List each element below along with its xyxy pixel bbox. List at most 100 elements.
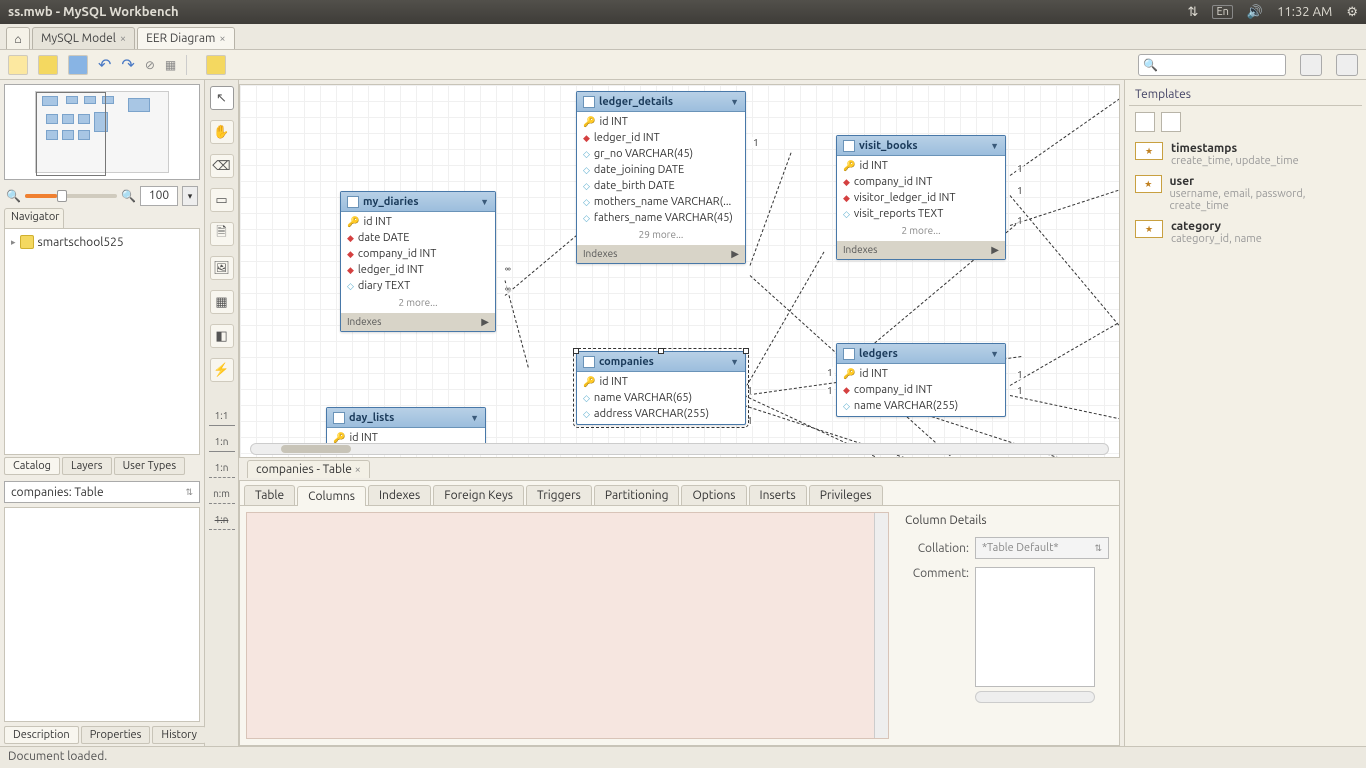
template-item-category[interactable]: ★ categorycategory_id, name xyxy=(1129,216,1362,249)
redo-icon[interactable]: ↷ xyxy=(121,55,134,74)
tab-catalog[interactable]: Catalog xyxy=(4,457,60,475)
volume-icon[interactable]: 🔊 xyxy=(1247,5,1263,20)
chevron-down-icon[interactable]: ▼ xyxy=(990,141,999,151)
system-menubar: ss.mwb - MySQL Workbench ⇅ En 🔊 11:32 AM… xyxy=(0,0,1366,24)
close-icon[interactable]: × xyxy=(219,33,225,45)
card-many: ∞ xyxy=(504,283,512,294)
description-tabs: Description Properties History xyxy=(0,724,204,746)
chevron-down-icon[interactable]: ▼ xyxy=(730,97,739,107)
gear-icon[interactable]: ⚙ xyxy=(1346,5,1358,20)
table-tool[interactable]: ▦ xyxy=(210,290,234,314)
rel-n-m[interactable]: n:m xyxy=(209,488,235,504)
entity-visit-books[interactable]: visit_books▼ 🔑id INT ◆company_id INT ◆vi… xyxy=(836,135,1006,260)
entity-my-diaries[interactable]: my_diaries▼ 🔑id INT ◆date DATE ◆company_… xyxy=(340,191,496,332)
search-input[interactable]: 🔍 xyxy=(1138,54,1286,76)
card-one: 1 xyxy=(1016,215,1024,226)
zoom-value[interactable]: 100 xyxy=(140,186,178,206)
layer-tool[interactable]: ▭ xyxy=(210,188,234,212)
tab-user-types[interactable]: User Types xyxy=(114,457,186,475)
tab-partitioning[interactable]: Partitioning xyxy=(594,485,680,505)
pointer-tool[interactable]: ↖ xyxy=(210,86,234,110)
toggle-panel-right[interactable] xyxy=(1336,54,1358,76)
tab-properties[interactable]: Properties xyxy=(81,726,151,744)
tab-privileges[interactable]: Privileges xyxy=(809,485,883,505)
tab-layers[interactable]: Layers xyxy=(62,457,112,475)
object-selector[interactable]: companies: Table ⇅ xyxy=(4,481,200,503)
tab-triggers[interactable]: Triggers xyxy=(526,485,592,505)
clock[interactable]: 11:32 AM xyxy=(1277,5,1332,19)
save-icon[interactable] xyxy=(68,55,88,75)
description-area[interactable] xyxy=(4,507,200,722)
comment-hscrollbar[interactable] xyxy=(975,691,1095,703)
chevron-right-icon[interactable]: ▶ xyxy=(731,248,739,260)
comment-textarea[interactable] xyxy=(975,567,1095,687)
catalog-tree[interactable]: ▸ smartschool525 xyxy=(4,228,200,455)
tab-columns[interactable]: Columns xyxy=(297,486,366,506)
canvas-hscrollbar[interactable] xyxy=(250,443,1109,455)
rel-1-n-id[interactable]: 1:n xyxy=(209,514,235,530)
entity-ledger-details[interactable]: ledger_details▼ 🔑id INT ◆ledger_id INT ◇… xyxy=(576,91,746,264)
routine-tool[interactable]: ⚡ xyxy=(210,358,234,382)
template-manage-icon[interactable] xyxy=(1161,112,1181,132)
columns-grid[interactable] xyxy=(246,512,889,739)
hand-tool[interactable]: ✋ xyxy=(210,120,234,144)
chevron-down-icon[interactable]: ▼ xyxy=(470,413,479,423)
zoom-slider[interactable] xyxy=(25,194,117,198)
note-tool[interactable]: 🗎 xyxy=(210,222,234,246)
navigator-tab[interactable]: Navigator xyxy=(4,208,64,228)
tab-mysql-model[interactable]: MySQL Model× xyxy=(32,27,135,49)
rel-1-n[interactable]: 1:n xyxy=(209,436,235,452)
grid-icon[interactable]: ▦ xyxy=(165,58,176,72)
catalog-tabs: Catalog Layers User Types xyxy=(0,455,204,477)
lang-indicator[interactable]: En xyxy=(1212,5,1232,19)
tab-options[interactable]: Options xyxy=(681,485,746,505)
chevron-down-icon[interactable]: ▼ xyxy=(480,197,489,207)
tab-eer-diagram[interactable]: EER Diagram× xyxy=(137,27,234,49)
eer-canvas[interactable]: ∞ ∞ 1 1 1 1 1 1 1 1 1 1 1 my_diaries▼ 🔑i… xyxy=(239,84,1120,458)
image-tool[interactable]: 🖼 xyxy=(210,256,234,280)
template-item-user[interactable]: ★ userusername, email, password, create_… xyxy=(1129,171,1362,216)
chevron-down-icon[interactable]: ▼ xyxy=(990,349,999,359)
home-tab[interactable]: ⌂ xyxy=(6,27,30,49)
catalog-db-item[interactable]: ▸ smartschool525 xyxy=(11,235,193,249)
new-file-icon[interactable] xyxy=(8,55,28,75)
rel-1-1[interactable]: 1:1 xyxy=(209,410,235,426)
expand-icon[interactable]: ▸ xyxy=(11,237,16,248)
rel-1-n-dash[interactable]: 1:n xyxy=(209,462,235,478)
center-area: ∞ ∞ 1 1 1 1 1 1 1 1 1 1 1 my_diaries▼ 🔑i… xyxy=(239,80,1124,746)
close-icon[interactable]: × xyxy=(120,33,126,45)
tab-foreign-keys[interactable]: Foreign Keys xyxy=(433,485,524,505)
tab-history[interactable]: History xyxy=(152,726,206,744)
tab-indexes[interactable]: Indexes xyxy=(368,485,431,505)
notation-icon[interactable] xyxy=(206,55,226,75)
undo-icon[interactable]: ↶ xyxy=(98,55,111,74)
chevron-right-icon[interactable]: ▶ xyxy=(991,244,999,256)
chevron-down-icon[interactable]: ▼ xyxy=(730,357,739,367)
mwb-badge-icon: ★ xyxy=(1135,220,1163,238)
view-tool[interactable]: ◧ xyxy=(210,324,234,348)
zoom-in-icon[interactable]: 🔍 xyxy=(121,189,136,203)
template-item-timestamps[interactable]: ★ timestampscreate_time, update_time xyxy=(1129,138,1362,171)
bottom-tab-companies[interactable]: companies - Table × xyxy=(247,460,370,478)
table-icon xyxy=(843,348,855,360)
open-file-icon[interactable] xyxy=(38,55,58,75)
entity-ledgers[interactable]: ledgers▼ 🔑id INT ◆company_id INT ◇name V… xyxy=(836,343,1006,417)
vscrollbar[interactable] xyxy=(874,513,888,738)
chevron-right-icon[interactable]: ▶ xyxy=(481,316,489,328)
main-toolbar: ↶ ↷ ⊘ ▦ 🔍 xyxy=(0,50,1366,80)
grid-off-icon[interactable]: ⊘ xyxy=(145,58,155,72)
toggle-panel-left[interactable] xyxy=(1300,54,1322,76)
entity-companies[interactable]: companies▼ 🔑id INT ◇name VARCHAR(65) ◇ad… xyxy=(576,351,746,425)
tab-description[interactable]: Description xyxy=(4,726,79,744)
diagram-overview[interactable] xyxy=(4,84,200,180)
zoom-out-icon[interactable]: 🔍 xyxy=(6,189,21,203)
network-icon[interactable]: ⇅ xyxy=(1188,5,1199,20)
collation-select[interactable]: *Table Default*⇅ xyxy=(975,537,1109,559)
close-icon[interactable]: × xyxy=(355,464,361,476)
template-add-icon[interactable] xyxy=(1135,112,1155,132)
eraser-tool[interactable]: ⌫ xyxy=(210,154,234,178)
table-icon xyxy=(843,140,855,152)
zoom-dropdown[interactable]: ▾ xyxy=(182,186,198,206)
tab-table[interactable]: Table xyxy=(244,485,295,505)
tab-inserts[interactable]: Inserts xyxy=(749,485,807,505)
